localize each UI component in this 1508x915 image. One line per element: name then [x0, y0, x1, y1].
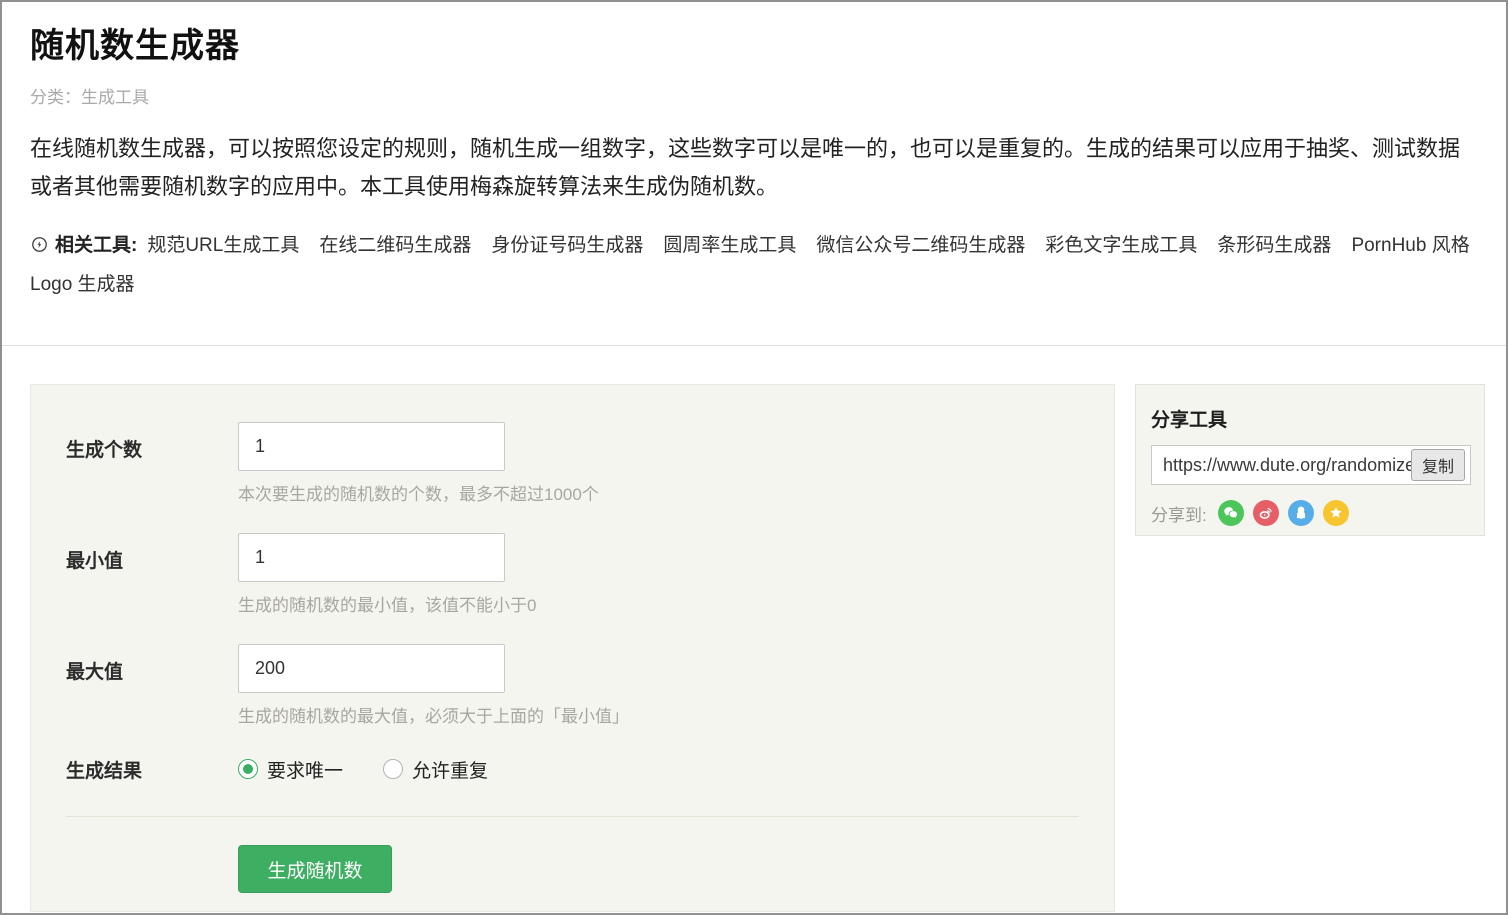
form-divider [66, 816, 1079, 817]
related-link-qrcode[interactable]: 在线二维码生成器 [319, 235, 471, 256]
related-link-wechat-qrcode[interactable]: 微信公众号二维码生成器 [816, 235, 1025, 256]
share-panel: 分享工具 复制 分享到: [1135, 384, 1485, 536]
radio-unique-label: 要求唯一 [267, 756, 343, 783]
related-link-barcode[interactable]: 条形码生成器 [1217, 235, 1331, 256]
form-row-max: 最大值 生成的随机数的最大值，必须大于上面的「最小值」 [66, 644, 1079, 727]
generator-form-panel: 生成个数 本次要生成的随机数的个数，最多不超过1000个 最小值 生成的随机数的… [30, 384, 1115, 912]
result-label: 生成结果 [66, 755, 238, 783]
max-input[interactable] [238, 644, 505, 693]
page-title: 随机数生成器 [30, 18, 1478, 67]
qq-icon[interactable] [1288, 500, 1314, 526]
share-to-row: 分享到: [1151, 500, 1469, 526]
radio-unique-circle[interactable] [238, 759, 258, 779]
form-row-min: 最小值 生成的随机数的最小值，该值不能小于0 [66, 533, 1079, 616]
max-label: 最大值 [66, 644, 238, 727]
share-url-box: 复制 [1151, 445, 1469, 485]
radio-allow-repeat[interactable]: 允许重复 [383, 756, 488, 783]
form-row-result: 生成结果 要求唯一 允许重复 [66, 755, 1079, 783]
count-hint: 本次要生成的随机数的个数，最多不超过1000个 [238, 480, 599, 505]
related-link-idcard[interactable]: 身份证号码生成器 [491, 235, 643, 256]
related-link-pi[interactable]: 圆周率生成工具 [663, 235, 796, 256]
page: 随机数生成器 分类：生成工具 在线随机数生成器，可以按照您设定的规则，随机生成一… [0, 0, 1508, 915]
min-hint: 生成的随机数的最小值，该值不能小于0 [238, 591, 536, 616]
max-hint: 生成的随机数的最大值，必须大于上面的「最小值」 [238, 702, 629, 727]
wechat-icon[interactable] [1218, 500, 1244, 526]
copy-button[interactable]: 复制 [1411, 449, 1465, 481]
count-label: 生成个数 [66, 422, 238, 505]
generate-button[interactable]: 生成随机数 [238, 845, 392, 893]
bolt-circle-icon [30, 231, 49, 267]
weibo-icon[interactable] [1253, 500, 1279, 526]
form-row-count: 生成个数 本次要生成的随机数的个数，最多不超过1000个 [66, 422, 1079, 505]
related-link-url-tool[interactable]: 规范URL生成工具 [147, 235, 299, 256]
category-line: 分类：生成工具 [30, 83, 1478, 108]
header: 随机数生成器 分类：生成工具 在线随机数生成器，可以按照您设定的规则，随机生成一… [2, 18, 1506, 303]
related-tools: 相关工具: 规范URL生成工具在线二维码生成器身份证号码生成器圆周率生成工具微信公… [30, 228, 1490, 303]
qzone-icon[interactable] [1323, 500, 1349, 526]
related-tools-label: 相关工具: [55, 235, 137, 256]
share-title: 分享工具 [1151, 405, 1469, 432]
tool-description: 在线随机数生成器，可以按照您设定的规则，随机生成一组数字，这些数字可以是唯一的，… [30, 130, 1462, 206]
share-to-label: 分享到: [1151, 501, 1207, 526]
count-input[interactable] [238, 422, 505, 471]
main-content: 生成个数 本次要生成的随机数的个数，最多不超过1000个 最小值 生成的随机数的… [2, 346, 1506, 912]
min-input[interactable] [238, 533, 505, 582]
radio-allow-repeat-circle[interactable] [383, 759, 403, 779]
radio-allow-repeat-label: 允许重复 [412, 756, 488, 783]
radio-unique[interactable]: 要求唯一 [238, 756, 343, 783]
min-label: 最小值 [66, 533, 238, 616]
related-link-color-text[interactable]: 彩色文字生成工具 [1045, 235, 1197, 256]
